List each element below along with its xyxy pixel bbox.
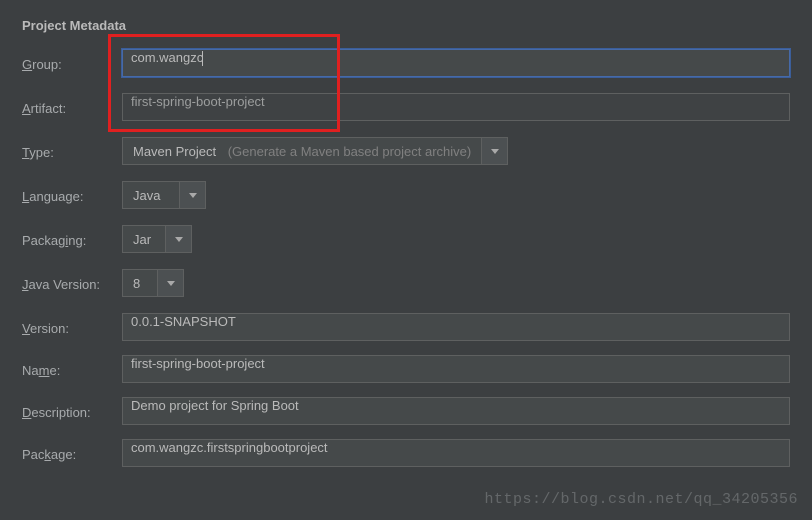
version-label: Version: (22, 318, 122, 336)
java-version-select[interactable]: 8 (122, 269, 184, 297)
java-version-label: Java Version: (22, 274, 122, 292)
chevron-down-icon (189, 193, 197, 198)
artifact-label: Artifact: (22, 98, 122, 116)
packaging-select-button[interactable] (166, 225, 192, 253)
type-select-button[interactable] (482, 137, 508, 165)
version-input[interactable]: 0.0.1-SNAPSHOT (122, 313, 790, 341)
group-label: Group: (22, 54, 122, 72)
type-label: Type: (22, 142, 122, 160)
name-input[interactable]: first-spring-boot-project (122, 355, 790, 383)
group-input[interactable]: com.wangzc (122, 49, 790, 77)
section-title: Project Metadata (22, 18, 790, 33)
packaging-select[interactable]: Jar (122, 225, 192, 253)
packaging-label: Packaging: (22, 230, 122, 248)
language-select[interactable]: Java (122, 181, 206, 209)
package-label: Package: (22, 444, 122, 462)
package-input[interactable]: com.wangzc.firstspringbootproject (122, 439, 790, 467)
description-input[interactable]: Demo project for Spring Boot (122, 397, 790, 425)
text-caret (202, 51, 203, 66)
java-version-select-button[interactable] (158, 269, 184, 297)
watermark-text: https://blog.csdn.net/qq_34205356 (484, 491, 798, 508)
language-label: Language: (22, 186, 122, 204)
type-select[interactable]: Maven Project (Generate a Maven based pr… (122, 137, 508, 165)
description-label: Description: (22, 402, 122, 420)
artifact-input[interactable]: first-spring-boot-project (122, 93, 790, 121)
chevron-down-icon (175, 237, 183, 242)
name-label: Name: (22, 360, 122, 378)
chevron-down-icon (167, 281, 175, 286)
language-select-button[interactable] (180, 181, 206, 209)
chevron-down-icon (491, 149, 499, 154)
